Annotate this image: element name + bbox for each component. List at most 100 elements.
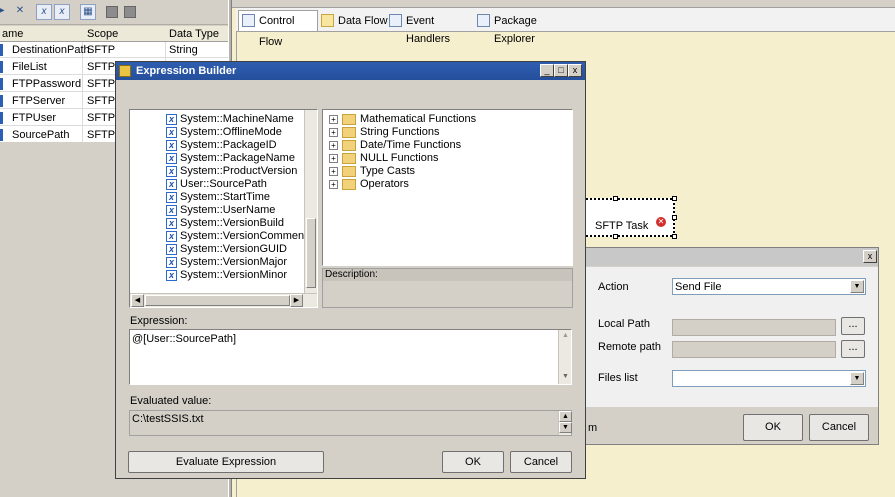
sftp-task-editor-dialog: x Action Send File ▼ Local Path ... Remo… (585, 247, 879, 445)
error-icon: ✕ (656, 217, 666, 227)
column-header-data-type[interactable]: Data Type (169, 28, 219, 40)
evaluated-value-label: Evaluated value: (130, 395, 212, 407)
expression-input[interactable]: @[User::SourcePath] ▲ ▼ (129, 329, 572, 385)
variable-icon: x (166, 140, 177, 151)
variable-icon: x (166, 231, 177, 242)
variable-name: FileList (12, 61, 47, 73)
files-list-select[interactable]: ▼ (672, 370, 866, 387)
variable-name: FTPUser (12, 112, 56, 124)
cancel-button[interactable]: Cancel (510, 451, 572, 473)
move-variable-icon[interactable] (106, 6, 118, 18)
local-path-input[interactable] (672, 319, 836, 336)
scroll-right-icon[interactable]: ▶ (290, 294, 303, 307)
variable-icon: x (166, 114, 177, 125)
variable-icon: x (166, 192, 177, 203)
expression-label: Expression: (130, 315, 188, 327)
folder-icon (342, 179, 356, 190)
partial-label: m (588, 422, 598, 434)
control-flow-icon (242, 14, 255, 27)
variable-icon: x (166, 153, 177, 164)
expand-icon[interactable]: + (329, 141, 338, 150)
variable-name: FTPServer (12, 95, 66, 107)
evaluated-vscrollbar[interactable]: ▲ ▼ (558, 411, 572, 435)
minimize-button[interactable]: _ (540, 64, 554, 77)
close-button[interactable]: x (568, 64, 582, 77)
variables-tree[interactable]: x System::MachineName x System::OfflineMod… (129, 109, 318, 308)
add-variable-icon[interactable]: ▸ (0, 4, 10, 20)
variable-scope: SFTP (87, 95, 116, 107)
show-system-variables-icon[interactable]: x (36, 4, 52, 20)
dialog-title: Expression Builder (136, 65, 237, 77)
folder-icon (342, 166, 356, 177)
scrollbar-thumb[interactable] (306, 218, 316, 288)
variable-icon: x (166, 270, 177, 281)
variable-scope: SFTP (87, 44, 116, 56)
options-icon[interactable] (124, 6, 136, 18)
dialog-title-bar (586, 248, 878, 266)
maximize-button[interactable]: □ (554, 64, 568, 77)
ok-button[interactable]: OK (442, 451, 504, 473)
expand-icon[interactable]: + (329, 154, 338, 163)
variable-name: SourcePath (12, 129, 70, 141)
column-header-name[interactable]: ame (2, 28, 23, 40)
expression-builder-dialog: Expression Builder _ □ x x System::Machin… (115, 61, 586, 479)
variable-icon: x (166, 218, 177, 229)
action-select[interactable]: Send File ▼ (672, 278, 866, 295)
variables-tree-vscrollbar[interactable] (304, 110, 317, 293)
action-label: Action (598, 281, 629, 293)
variable-icon: x (166, 257, 177, 268)
close-button[interactable]: x (863, 250, 877, 263)
description-label: Description: (325, 269, 378, 280)
app-icon (119, 65, 131, 77)
evaluated-value-output: C:\testSSIS.txt ▲ ▼ (129, 410, 572, 436)
delete-variable-icon[interactable]: ✕ (12, 4, 28, 20)
variable-icon: x (166, 179, 177, 190)
variable-scope: SFTP (87, 112, 116, 124)
chevron-down-icon[interactable]: ▼ (850, 372, 864, 385)
folder-icon (342, 127, 356, 138)
tab-data-flow[interactable]: Data Flow (318, 12, 388, 30)
show-all-variables-icon[interactable]: x (54, 4, 70, 20)
ok-button[interactable]: OK (743, 414, 803, 441)
variable-name: FTPPassword (12, 78, 82, 90)
folder-icon (342, 114, 356, 125)
cancel-button[interactable]: Cancel (809, 414, 869, 441)
choose-columns-icon[interactable]: ▦ (80, 4, 96, 20)
local-path-browse-button[interactable]: ... (841, 317, 865, 335)
table-row[interactable]: DestinationPath SFTP String (0, 42, 228, 58)
package-explorer-icon (477, 14, 490, 27)
scroll-up-icon[interactable]: ▲ (559, 330, 572, 343)
scrollbar-thumb[interactable] (145, 295, 290, 306)
remote-path-input[interactable] (672, 341, 836, 358)
expand-icon[interactable]: + (329, 180, 338, 189)
remote-path-browse-button[interactable]: ... (841, 340, 865, 358)
data-flow-icon (321, 14, 334, 27)
variables-toolbar: ▸ ✕ x x ▦ (0, 0, 230, 25)
tab-event-handlers[interactable]: Event Handlers (386, 12, 476, 45)
files-list-label: Files list (598, 372, 638, 384)
functions-tree[interactable]: + Mathematical Functions + String Function… (322, 109, 573, 266)
variables-tree-hscrollbar[interactable]: ◀ ▶ (130, 293, 317, 307)
scroll-down-icon[interactable]: ▼ (559, 371, 572, 384)
scroll-down-icon[interactable]: ▼ (559, 422, 572, 433)
variable-scope: SFTP (87, 61, 116, 73)
expand-icon[interactable]: + (329, 115, 338, 124)
column-header-scope[interactable]: Scope (87, 28, 118, 40)
expression-vscrollbar[interactable]: ▲ ▼ (558, 330, 571, 384)
sftp-task-shape[interactable]: SFTP Task ✕ (583, 198, 675, 237)
variables-grid-header: ame Scope Data Type (0, 26, 228, 42)
scroll-up-icon[interactable]: ▲ (559, 411, 572, 422)
evaluate-expression-button[interactable]: Evaluate Expression (128, 451, 324, 473)
folder-icon (342, 153, 356, 164)
variable-icon: x (166, 244, 177, 255)
variable-icon: x (166, 166, 177, 177)
expand-icon[interactable]: + (329, 128, 338, 137)
folder-icon (342, 140, 356, 151)
remote-path-label: Remote path (598, 341, 661, 353)
tab-control-flow[interactable]: Control Flow (238, 10, 318, 48)
scroll-left-icon[interactable]: ◀ (131, 294, 144, 307)
tab-package-explorer[interactable]: Package Explorer (474, 12, 574, 45)
chevron-down-icon[interactable]: ▼ (850, 280, 864, 293)
expand-icon[interactable]: + (329, 167, 338, 176)
variable-icon: x (166, 205, 177, 216)
